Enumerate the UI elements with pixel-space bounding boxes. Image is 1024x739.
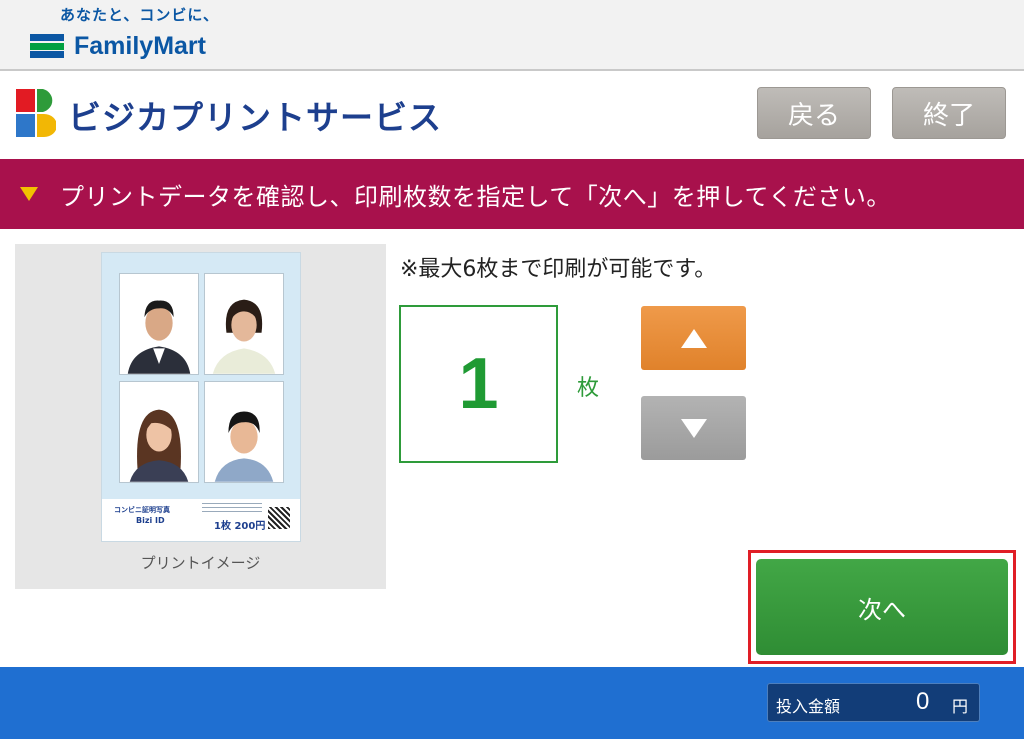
inserted-amount-label: 投入金額: [776, 697, 841, 716]
service-title: ビジカプリントサービス: [68, 98, 442, 137]
increase-count-button[interactable]: [641, 306, 746, 370]
id-photo-man: [119, 273, 199, 375]
triangle-down-icon: [20, 187, 38, 201]
max-copies-note: ※最大6枚まで印刷が可能です。: [400, 257, 717, 282]
status-footer: 投入金額 0 円: [0, 667, 1024, 739]
copy-count-display: 1: [399, 305, 558, 463]
back-button[interactable]: 戻る: [757, 87, 871, 139]
bizica-logo-icon: [16, 89, 56, 137]
id-photo-woman: [204, 273, 284, 375]
brand-tagline: あなたと、コンビに、: [60, 6, 219, 24]
decrease-count-button[interactable]: [641, 396, 746, 460]
id-photo-girl: [119, 381, 199, 483]
triangle-up-icon: [680, 328, 707, 348]
service-header: ビジカプリントサービス 戻る 終了: [0, 71, 1024, 159]
next-button[interactable]: 次へ: [756, 559, 1008, 655]
inserted-amount-unit: 円: [952, 697, 969, 716]
instruction-banner: プリントデータを確認し、印刷枚数を指定して「次へ」を押してください。: [0, 159, 1024, 229]
qr-code-icon: [268, 507, 290, 529]
inserted-amount-value: 0: [916, 688, 930, 715]
sheet-price-text: 1枚 200円: [214, 521, 266, 532]
sheet-brand-text: コンビニ証明写真: [114, 506, 170, 514]
familymart-stripes-icon: [30, 34, 64, 58]
id-photo-boy: [204, 381, 284, 483]
instruction-text: プリントデータを確認し、印刷枚数を指定して「次へ」を押してください。: [60, 182, 891, 211]
triangle-down-icon: [680, 418, 707, 438]
familymart-wordmark: FamilyMart: [74, 31, 206, 60]
top-brand-bar: あなたと、コンビに、 FamilyMart: [0, 0, 1024, 71]
print-preview: コンビニ証明写真 Bizi ID 1枚 200円 プリントイメージ: [15, 244, 386, 589]
sheet-fine-print: [202, 503, 262, 513]
familymart-logo: FamilyMart: [30, 32, 206, 60]
sheet-id-text: Bizi ID: [136, 516, 165, 525]
copy-count-value: 1: [458, 344, 499, 424]
copy-count-unit: 枚: [577, 376, 600, 401]
print-sheet: コンビニ証明写真 Bizi ID 1枚 200円: [101, 252, 301, 542]
preview-caption: プリントイメージ: [140, 554, 261, 572]
inserted-amount-box: 投入金額 0 円: [767, 683, 980, 722]
end-button[interactable]: 終了: [892, 87, 1006, 139]
print-sheet-footer: コンビニ証明写真 Bizi ID 1枚 200円: [102, 499, 300, 541]
